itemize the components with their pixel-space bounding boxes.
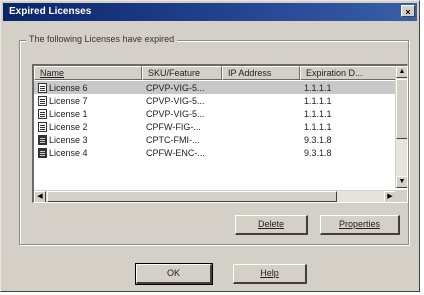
ok-button[interactable]: OK [135, 263, 213, 285]
license-name: License 6 [49, 82, 88, 93]
scroll-down-button[interactable]: ▼ [396, 176, 407, 188]
scroll-up-button[interactable]: ▲ [396, 66, 407, 78]
column-header-sku[interactable]: SKU/Feature [142, 66, 222, 80]
license-icon [38, 121, 47, 132]
scrollbar-corner [395, 190, 407, 202]
license-name: License 3 [49, 134, 88, 145]
cell-expiration: 1.1.1.1 [304, 95, 332, 106]
scroll-left-button[interactable]: ◀ [34, 191, 46, 202]
horizontal-scrollbar[interactable]: ◀ ▶ [34, 190, 396, 202]
license-dark-icon [38, 134, 47, 145]
cell-name: License 7 [34, 95, 142, 106]
license-row[interactable]: License 6 CPVP-VIG-5... 1.1.1.1 [34, 81, 396, 94]
cell-name: License 2 [34, 121, 142, 132]
license-icon [38, 95, 47, 106]
dialog-title: Expired Licenses [9, 6, 92, 17]
title-bar: Expired Licenses × [3, 3, 417, 21]
cell-name: License 4 [34, 147, 142, 158]
list-header: Name SKU/Feature IP Address Expiration D… [34, 66, 396, 80]
cell-sku: CPVP-VIG-5... [146, 95, 205, 106]
cell-sku: CPTC-FMI-... [146, 134, 200, 145]
cell-expiration: 9.3.1.8 [304, 147, 332, 158]
cell-sku: CPFW-ENC-... [146, 147, 205, 158]
license-dark-icon [38, 147, 47, 158]
close-button[interactable]: × [401, 5, 415, 17]
cell-sku: CPFW-FIG-... [146, 121, 201, 132]
cell-expiration: 1.1.1.1 [304, 121, 332, 132]
cell-sku: CPVP-VIG-5... [146, 82, 205, 93]
license-row[interactable]: License 3 CPTC-FMI-... 9.3.1.8 [34, 133, 396, 146]
license-row[interactable]: License 7 CPVP-VIG-5... 1.1.1.1 [34, 94, 396, 107]
license-icon [38, 108, 47, 119]
cell-expiration: 1.1.1.1 [304, 82, 332, 93]
cell-sku: CPVP-VIG-5... [146, 108, 205, 119]
column-header-expiration[interactable]: Expiration D... [300, 66, 396, 80]
vertical-scroll-thumb[interactable] [396, 79, 407, 139]
license-name: License 7 [49, 95, 88, 106]
horizontal-scroll-thumb[interactable] [47, 191, 337, 202]
cell-name: License 6 [34, 82, 142, 93]
vertical-scrollbar[interactable]: ▲ ▼ [395, 66, 407, 188]
cell-name: License 1 [34, 108, 142, 119]
license-row[interactable]: License 1 CPVP-VIG-5... 1.1.1.1 [34, 107, 396, 120]
license-name: License 4 [49, 147, 88, 158]
license-name: License 1 [49, 108, 88, 119]
column-header-name[interactable]: Name [34, 66, 142, 80]
column-header-ip[interactable]: IP Address [222, 66, 300, 80]
list-body: License 6 CPVP-VIG-5... 1.1.1.1 License 7 CP… [34, 81, 396, 159]
group-label: The following Licenses have expired [26, 34, 178, 44]
cell-name: License 3 [34, 134, 142, 145]
license-row[interactable]: License 2 CPFW-FIG-... 1.1.1.1 [34, 120, 396, 133]
cell-expiration: 1.1.1.1 [304, 108, 332, 119]
help-button[interactable]: Help [233, 264, 307, 284]
delete-button[interactable]: Delete [235, 215, 308, 235]
license-name: License 2 [49, 121, 88, 132]
license-row[interactable]: License 4 CPFW-ENC-... 9.3.1.8 [34, 146, 396, 159]
cell-expiration: 9.3.1.8 [304, 134, 332, 145]
license-list[interactable]: Name SKU/Feature IP Address Expiration D… [32, 64, 408, 203]
properties-button[interactable]: Properties [320, 215, 400, 235]
license-icon [38, 82, 47, 93]
